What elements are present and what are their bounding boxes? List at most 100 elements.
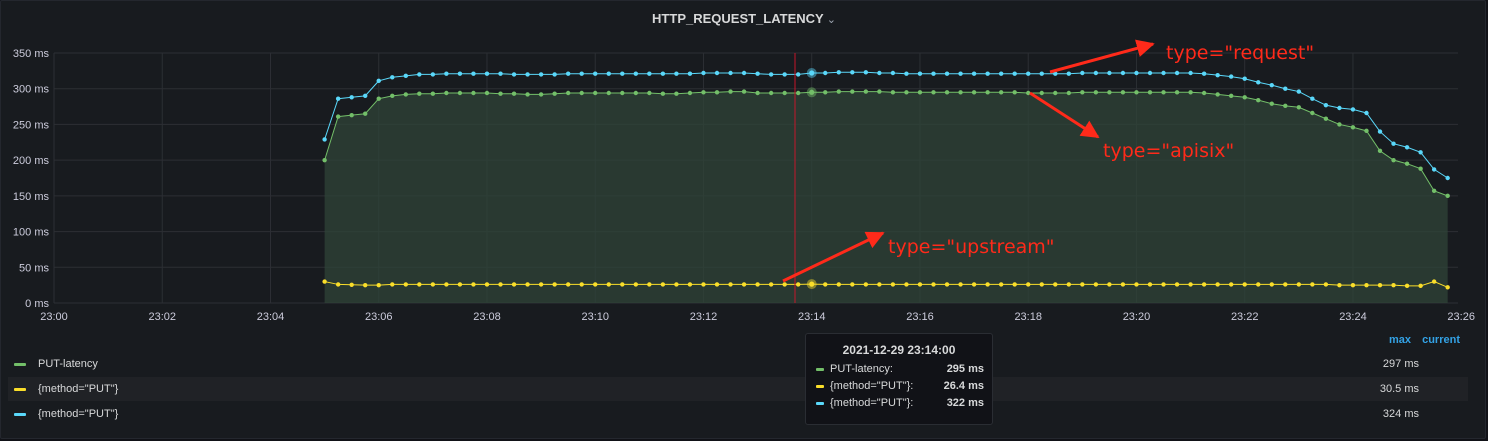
data-point[interactable]: [1337, 282, 1342, 288]
data-point[interactable]: [430, 91, 436, 96]
data-point[interactable]: [322, 279, 327, 284]
data-point[interactable]: [484, 90, 490, 96]
legend-item-method-put-yellow[interactable]: {method="PUT"} 30.5 ms: [8, 377, 1468, 401]
data-point[interactable]: [1120, 282, 1126, 287]
data-point[interactable]: [647, 282, 652, 287]
data-point[interactable]: [971, 71, 977, 76]
data-point[interactable]: [823, 282, 828, 287]
data-point[interactable]: [403, 282, 408, 287]
data-point[interactable]: [1242, 76, 1247, 81]
data-point[interactable]: [755, 90, 760, 96]
data-point[interactable]: [1337, 105, 1342, 111]
data-point[interactable]: [1215, 282, 1220, 287]
data-point[interactable]: [728, 282, 733, 287]
data-point[interactable]: [1201, 282, 1207, 287]
data-point[interactable]: [1201, 90, 1207, 96]
data-point[interactable]: [552, 282, 557, 287]
data-point[interactable]: [417, 72, 422, 77]
data-point[interactable]: [985, 71, 990, 76]
data-point[interactable]: [606, 71, 611, 76]
data-point[interactable]: [620, 71, 625, 76]
data-point[interactable]: [457, 282, 463, 287]
data-point[interactable]: [1093, 282, 1099, 287]
data-point[interactable]: [1323, 116, 1329, 121]
data-point[interactable]: [471, 90, 476, 96]
data-point[interactable]: [363, 93, 368, 99]
data-point[interactable]: [1404, 283, 1410, 289]
data-point[interactable]: [768, 90, 774, 96]
data-point[interactable]: [1188, 90, 1193, 95]
data-point[interactable]: [850, 89, 855, 94]
data-point[interactable]: [538, 92, 544, 97]
data-point[interactable]: [1269, 101, 1274, 106]
data-point[interactable]: [647, 71, 652, 76]
data-point[interactable]: [620, 282, 625, 287]
data-point[interactable]: [1310, 110, 1315, 116]
data-point[interactable]: [701, 90, 706, 95]
data-point[interactable]: [660, 71, 666, 76]
data-point[interactable]: [687, 282, 693, 287]
data-point[interactable]: [674, 91, 679, 96]
data-point[interactable]: [1323, 282, 1329, 287]
data-point[interactable]: [390, 93, 395, 99]
data-point[interactable]: [944, 90, 950, 95]
data-point[interactable]: [1445, 175, 1450, 181]
data-point[interactable]: [944, 282, 950, 287]
data-point[interactable]: [958, 282, 963, 287]
data-point[interactable]: [674, 282, 679, 287]
data-point[interactable]: [1269, 282, 1274, 287]
data-point[interactable]: [1431, 279, 1437, 284]
data-point[interactable]: [714, 282, 720, 287]
data-point[interactable]: [755, 71, 760, 76]
data-point[interactable]: [917, 71, 923, 76]
data-point[interactable]: [1418, 166, 1423, 171]
data-point[interactable]: [444, 71, 449, 76]
data-point[interactable]: [1296, 89, 1302, 94]
data-point[interactable]: [863, 70, 869, 75]
data-point[interactable]: [836, 89, 841, 94]
data-point[interactable]: [1404, 161, 1410, 166]
data-point[interactable]: [931, 71, 936, 76]
data-point[interactable]: [985, 90, 990, 95]
data-point[interactable]: [1377, 129, 1383, 134]
data-point[interactable]: [1418, 150, 1423, 155]
data-point[interactable]: [728, 89, 733, 94]
legend-series-name[interactable]: PUT-latency: [38, 358, 98, 370]
data-point[interactable]: [565, 282, 571, 287]
data-point[interactable]: [674, 71, 679, 76]
data-point[interactable]: [1161, 282, 1166, 287]
data-point[interactable]: [417, 282, 422, 287]
data-point[interactable]: [958, 90, 963, 95]
data-point[interactable]: [376, 78, 381, 84]
data-point[interactable]: [1188, 70, 1193, 76]
data-point[interactable]: [1066, 282, 1072, 287]
data-point[interactable]: [836, 70, 841, 75]
data-point[interactable]: [917, 282, 923, 287]
data-point[interactable]: [998, 282, 1004, 287]
data-point[interactable]: [376, 96, 381, 101]
data-point[interactable]: [484, 282, 490, 287]
data-point[interactable]: [850, 70, 855, 75]
data-point[interactable]: [1242, 282, 1247, 287]
data-point[interactable]: [904, 282, 909, 287]
data-point[interactable]: [877, 70, 882, 76]
data-point[interactable]: [1147, 90, 1153, 95]
legend-series-name[interactable]: {method="PUT"}: [38, 383, 118, 395]
data-point[interactable]: [633, 90, 639, 96]
data-point[interactable]: [890, 282, 896, 287]
data-point[interactable]: [1134, 90, 1139, 95]
data-point[interactable]: [1296, 105, 1302, 110]
data-point[interactable]: [714, 70, 720, 76]
data-point[interactable]: [660, 91, 666, 96]
data-point[interactable]: [335, 114, 341, 119]
data-point[interactable]: [1026, 71, 1031, 76]
data-point[interactable]: [998, 90, 1004, 95]
data-point[interactable]: [931, 282, 936, 287]
data-point[interactable]: [1080, 282, 1085, 287]
data-point[interactable]: [471, 71, 476, 76]
data-point[interactable]: [1215, 72, 1220, 78]
data-point[interactable]: [728, 70, 733, 76]
data-point[interactable]: [565, 90, 571, 96]
data-point[interactable]: [1377, 148, 1383, 154]
data-point[interactable]: [1026, 282, 1031, 287]
